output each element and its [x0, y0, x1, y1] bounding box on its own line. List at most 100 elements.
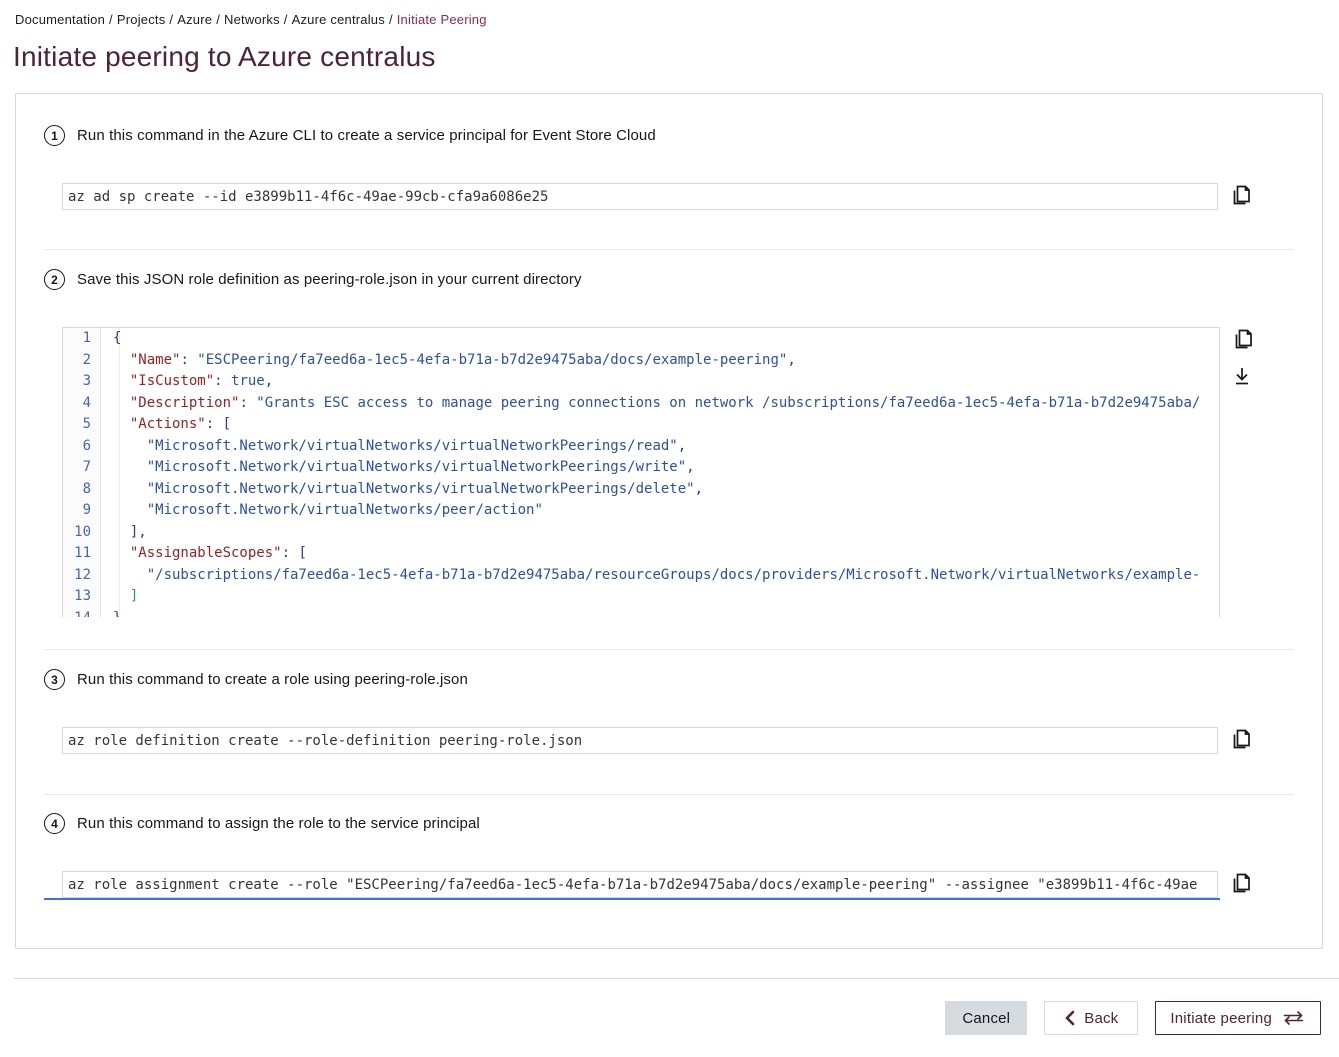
step-3-instruction: Run this command to create a role using … [77, 669, 468, 690]
line-number: 4 [63, 393, 101, 415]
line-content: "Microsoft.Network/virtualNetworks/peer/… [101, 500, 543, 522]
line-number: 13 [63, 586, 101, 608]
json-editor-line: 12 "/subscriptions/fa7eed6a-1ec5-4efa-b7… [63, 565, 1219, 587]
step-3-command-input[interactable] [62, 727, 1218, 754]
line-content: ] [101, 586, 138, 608]
line-content: ], [101, 522, 147, 544]
json-editor-line: 7 "Microsoft.Network/virtualNetworks/vir… [63, 457, 1219, 479]
json-editor-line: 14} [63, 608, 1219, 618]
line-number: 14 [63, 608, 101, 618]
transfer-arrows-icon [1281, 1009, 1306, 1027]
breadcrumb-item-projects[interactable]: Projects [117, 12, 166, 27]
line-content: "Name": "ESCPeering/fa7eed6a-1ec5-4efa-b… [101, 350, 796, 372]
line-number: 3 [63, 371, 101, 393]
json-editor-line: 5 "Actions": [ [63, 414, 1219, 436]
line-content: "/subscriptions/fa7eed6a-1ec5-4efa-b71a-… [101, 565, 1200, 587]
json-editor-line: 6 "Microsoft.Network/virtualNetworks/vir… [63, 436, 1219, 458]
page: Documentation/Projects/Azure/Networks/Az… [0, 0, 1339, 1035]
initiate-peering-button-label: Initiate peering [1170, 1010, 1272, 1027]
line-content: "Microsoft.Network/virtualNetworks/virtu… [101, 457, 695, 479]
step-4-instruction: Run this command to assign the role to t… [77, 813, 480, 834]
breadcrumb-separator: / [109, 12, 113, 27]
cancel-button[interactable]: Cancel [945, 1001, 1027, 1035]
line-number: 9 [63, 500, 101, 522]
json-editor-line: 9 "Microsoft.Network/virtualNetworks/pee… [63, 500, 1219, 522]
breadcrumb-item-azure-centralus[interactable]: Azure centralus [292, 12, 385, 27]
step-1-code-row [62, 183, 1322, 210]
json-editor-line: 4 "Description": "Grants ESC access to m… [63, 393, 1219, 415]
line-number: 5 [63, 414, 101, 436]
section-divider [44, 249, 1294, 250]
json-editor-line: 10 ], [63, 522, 1219, 544]
line-number: 6 [63, 436, 101, 458]
line-number: 1 [63, 328, 101, 350]
line-number: 12 [63, 565, 101, 587]
step-1-number-badge: 1 [44, 125, 65, 146]
json-editor-line: 13 ] [63, 586, 1219, 608]
json-editor-line: 3 "IsCustom": true, [63, 371, 1219, 393]
section-divider [44, 649, 1294, 650]
line-content: "Actions": [ [101, 414, 231, 436]
copy-icon [1229, 727, 1252, 751]
step-4-header: 4 Run this command to assign the role to… [16, 813, 1322, 834]
line-number: 7 [63, 457, 101, 479]
step-3-code-row [62, 727, 1322, 754]
section-divider [44, 794, 1294, 795]
step-4-code-row [62, 871, 1322, 898]
breadcrumb-item-networks[interactable]: Networks [224, 12, 280, 27]
line-number: 2 [63, 350, 101, 372]
step-4-copy-button[interactable] [1229, 871, 1252, 895]
json-editor-line: 11 "AssignableScopes": [ [63, 543, 1219, 565]
breadcrumb-item-documentation[interactable]: Documentation [15, 12, 105, 27]
json-editor-line: 2 "Name": "ESCPeering/fa7eed6a-1ec5-4efa… [63, 350, 1219, 372]
line-content: "Microsoft.Network/virtualNetworks/virtu… [101, 479, 703, 501]
breadcrumb-separator: / [284, 12, 288, 27]
step-1-copy-button[interactable] [1229, 183, 1252, 207]
json-editor-line: 8 "Microsoft.Network/virtualNetworks/vir… [63, 479, 1219, 501]
back-button-label: Back [1084, 1010, 1118, 1027]
copy-icon [1229, 183, 1252, 207]
line-content: "Microsoft.Network/virtualNetworks/virtu… [101, 436, 686, 458]
json-editor[interactable]: 1{2 "Name": "ESCPeering/fa7eed6a-1ec5-4e… [62, 327, 1220, 617]
step-4-number-badge: 4 [44, 813, 65, 834]
json-copy-button[interactable] [1231, 327, 1254, 351]
copy-icon [1229, 871, 1252, 895]
line-number: 10 [63, 522, 101, 544]
breadcrumb-separator: / [169, 12, 173, 27]
step-2-editor-row: 1{2 "Name": "ESCPeering/fa7eed6a-1ec5-4e… [62, 327, 1322, 617]
copy-icon [1231, 327, 1254, 351]
breadcrumb-item-azure[interactable]: Azure [177, 12, 212, 27]
line-content: "AssignableScopes": [ [101, 543, 307, 565]
breadcrumb-separator: / [389, 12, 393, 27]
step-1-command-input[interactable] [62, 183, 1218, 210]
step-1-header: 1 Run this command in the Azure CLI to c… [16, 125, 1322, 146]
step-3-copy-button[interactable] [1229, 727, 1252, 751]
download-icon [1231, 365, 1253, 387]
step-2-header: 2 Save this JSON role definition as peer… [16, 269, 1322, 290]
line-number: 11 [63, 543, 101, 565]
step-4-command-input[interactable] [62, 871, 1218, 898]
cancel-button-label: Cancel [962, 1010, 1010, 1027]
json-download-button[interactable] [1231, 364, 1254, 388]
footer-divider [14, 978, 1339, 979]
step-1-instruction: Run this command in the Azure CLI to cre… [77, 125, 656, 146]
json-editor-line: 1{ [63, 328, 1219, 350]
step-3-number-badge: 3 [44, 669, 65, 690]
step-2-instruction: Save this JSON role definition as peerin… [77, 269, 582, 290]
step-2-number-badge: 2 [44, 269, 65, 290]
line-number: 8 [63, 479, 101, 501]
breadcrumb-separator: / [216, 12, 220, 27]
breadcrumb-item-initiate-peering: Initiate Peering [397, 12, 487, 27]
breadcrumb: Documentation/Projects/Azure/Networks/Az… [0, 0, 1339, 27]
chevron-left-icon [1064, 1010, 1075, 1026]
json-editor-lines: 1{2 "Name": "ESCPeering/fa7eed6a-1ec5-4e… [63, 328, 1219, 617]
line-content: { [101, 328, 121, 350]
step-3-header: 3 Run this command to create a role usin… [16, 669, 1322, 690]
line-content: "IsCustom": true, [101, 371, 273, 393]
back-button[interactable]: Back [1044, 1001, 1138, 1035]
step-4-scrollbar[interactable] [44, 898, 1220, 900]
wizard-card: 1 Run this command in the Azure CLI to c… [15, 93, 1323, 949]
initiate-peering-button[interactable]: Initiate peering [1155, 1001, 1321, 1035]
line-content: "Description": "Grants ESC access to man… [101, 393, 1200, 415]
line-content: } [101, 608, 121, 618]
